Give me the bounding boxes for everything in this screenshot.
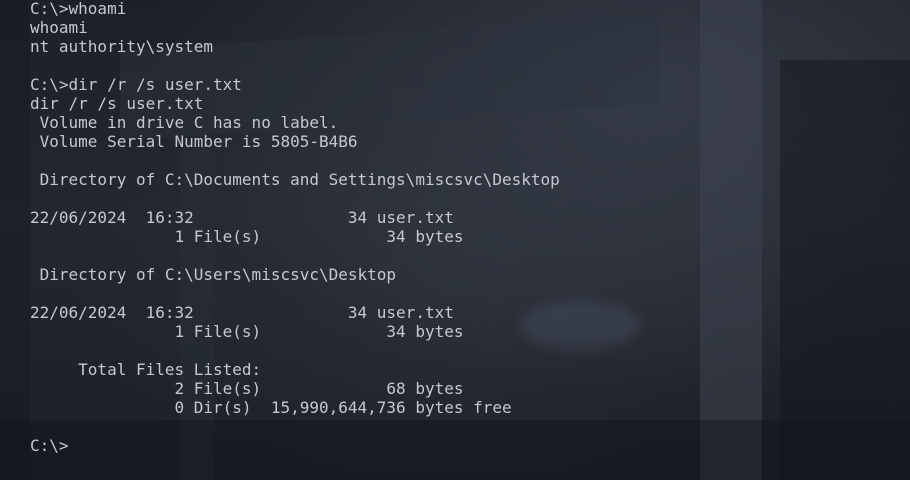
terminal-line-volume-serial: Volume Serial Number is 5805-B4B6 bbox=[30, 132, 358, 151]
terminal-line-total-header: Total Files Listed: bbox=[30, 360, 262, 379]
terminal-line-directory-header: Directory of C:\Users\miscsvc\Desktop bbox=[30, 265, 397, 284]
terminal-line-total-files: 2 File(s) 68 bytes bbox=[30, 379, 464, 398]
terminal-line-prompt-whoami: C:\>whoami bbox=[30, 0, 127, 18]
terminal-line-total-dirs: 0 Dir(s) 15,990,644,736 bytes free bbox=[30, 398, 512, 417]
terminal-line-directory-header: Directory of C:\Documents and Settings\m… bbox=[30, 170, 560, 189]
terminal-output[interactable]: C:\>whoami whoami nt authority\system C:… bbox=[30, 0, 900, 455]
terminal-line-file-entry: 22/06/2024 16:32 34 user.txt bbox=[30, 303, 454, 322]
terminal-line-prompt-dir: C:\>dir /r /s user.txt bbox=[30, 75, 242, 94]
terminal-line-whoami-result: nt authority\system bbox=[30, 37, 214, 56]
terminal-line-echo-whoami: whoami bbox=[30, 18, 88, 37]
terminal-line-volume-label: Volume in drive C has no label. bbox=[30, 113, 339, 132]
terminal-line-file-entry: 22/06/2024 16:32 34 user.txt bbox=[30, 208, 454, 227]
background-shadow-shape bbox=[0, 0, 30, 480]
terminal-line-current-prompt[interactable]: C:\> bbox=[30, 436, 900, 455]
terminal-line-file-summary: 1 File(s) 34 bytes bbox=[30, 227, 464, 246]
terminal-line-file-summary: 1 File(s) 34 bytes bbox=[30, 322, 464, 341]
terminal-line-echo-dir: dir /r /s user.txt bbox=[30, 94, 204, 113]
